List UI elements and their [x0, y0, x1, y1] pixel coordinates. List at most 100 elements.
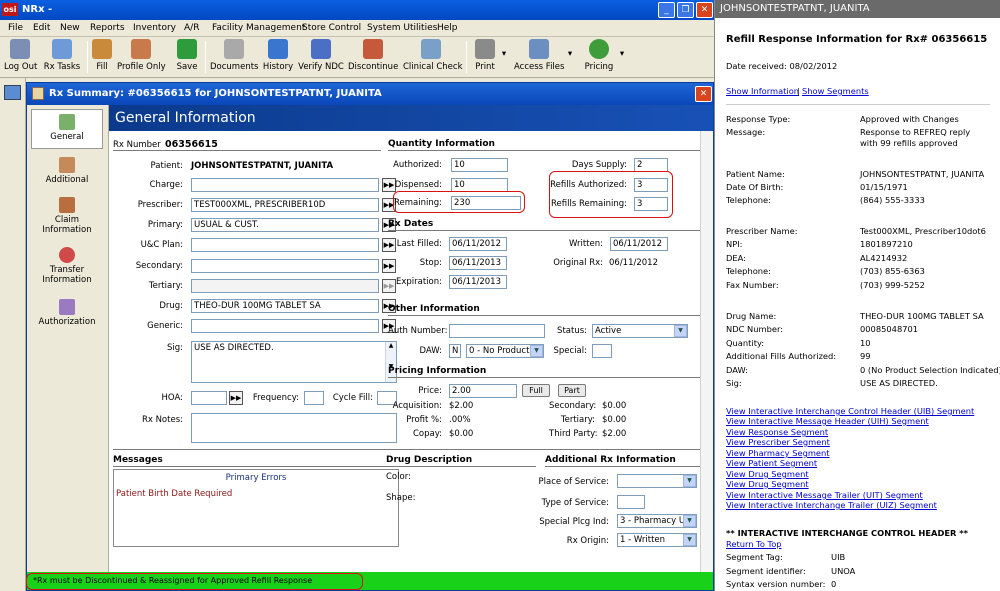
- third-party-label: Third Party:: [549, 429, 598, 439]
- view-uib-segment-link[interactable]: View Interactive Interchange Control Hea…: [726, 406, 974, 416]
- part-button[interactable]: Part: [558, 384, 586, 397]
- special-field[interactable]: [592, 344, 612, 358]
- view-uit-segment-link[interactable]: View Interactive Message Trailer (UIT) S…: [726, 490, 923, 500]
- daw-flag-field[interactable]: N: [449, 344, 461, 358]
- primary-field[interactable]: USUAL & CUST.: [191, 218, 379, 232]
- response-type-value: Approved with Changes: [860, 114, 959, 124]
- refill-response-title-bar: JOHNSONTESTPATNT, JUANITA: [715, 0, 1000, 18]
- tertiary-field[interactable]: [191, 279, 379, 293]
- view-drug-segment-link-2[interactable]: View Drug Segment: [726, 479, 809, 489]
- restore-icon[interactable]: ❐: [677, 2, 694, 18]
- sig-field[interactable]: USE AS DIRECTED.: [191, 341, 397, 383]
- verify-ndc-button[interactable]: Verify NDC: [298, 39, 344, 72]
- access-files-dropdown-icon[interactable]: ▾: [566, 49, 574, 59]
- pricing-button[interactable]: Pricing: [584, 39, 614, 72]
- chevron-down-icon[interactable]: ▼: [683, 515, 696, 527]
- save-button[interactable]: Save: [174, 39, 200, 72]
- menu-ar[interactable]: A/R: [184, 23, 199, 33]
- generic-field[interactable]: [191, 319, 379, 333]
- clinical-check-button[interactable]: Clinical Check: [403, 39, 463, 72]
- frequency-field[interactable]: [304, 391, 324, 405]
- content-scrollbar[interactable]: [700, 131, 713, 572]
- return-to-top-link[interactable]: Return To Top: [726, 539, 782, 549]
- refills-highlight: [549, 171, 673, 218]
- menu-store-control[interactable]: Store Control: [302, 23, 361, 33]
- auth-number-field[interactable]: [449, 324, 545, 338]
- daw-label: DAW:: [726, 365, 748, 375]
- print-dropdown-icon[interactable]: ▾: [500, 49, 508, 59]
- access-files-button[interactable]: Access Files: [514, 39, 564, 72]
- price-field[interactable]: 2.00: [449, 384, 517, 398]
- chevron-down-icon[interactable]: ▼: [674, 325, 687, 337]
- history-button[interactable]: History: [262, 39, 294, 72]
- log-out-button[interactable]: Log Out: [4, 39, 37, 72]
- close-icon[interactable]: ✕: [695, 86, 712, 102]
- rx-notes-field[interactable]: [191, 413, 397, 443]
- notepad-icon[interactable]: [4, 85, 21, 100]
- npi-label: NPI:: [726, 239, 743, 249]
- dispensed-label: Dispensed:: [394, 180, 442, 190]
- type-of-service-field[interactable]: [617, 495, 645, 509]
- additional-icon: [59, 157, 75, 173]
- chevron-down-icon[interactable]: ▼: [683, 534, 696, 546]
- menu-file[interactable]: File: [8, 23, 23, 33]
- charge-field[interactable]: [191, 178, 379, 192]
- written-field[interactable]: 06/11/2012: [610, 237, 668, 251]
- segment-identifier-label: Segment identifier:: [726, 566, 806, 576]
- menu-facility-management[interactable]: Facility Management: [212, 23, 305, 33]
- nav-general[interactable]: General: [31, 109, 103, 149]
- menu-reports[interactable]: Reports: [90, 23, 125, 33]
- menu-edit[interactable]: Edit: [33, 23, 50, 33]
- fax-label: Fax Number:: [726, 280, 779, 290]
- view-patient-segment-link[interactable]: View Patient Segment: [726, 458, 817, 468]
- hoa-lookup-button[interactable]: ▶▶: [229, 391, 243, 405]
- pricing-dropdown-icon[interactable]: ▾: [618, 49, 626, 59]
- print-button[interactable]: Print: [472, 39, 498, 72]
- documents-button[interactable]: Documents: [210, 39, 258, 72]
- clinical-check-icon: [421, 39, 441, 59]
- rx-tasks-button[interactable]: Rx Tasks: [42, 39, 82, 72]
- chevron-down-icon[interactable]: ▼: [683, 475, 696, 487]
- toolbar-separator: [205, 41, 206, 73]
- minimize-icon[interactable]: _: [658, 2, 675, 18]
- pricing-secondary-label: Secondary:: [549, 401, 597, 411]
- menu-new[interactable]: New: [60, 23, 80, 33]
- print-icon: [475, 39, 495, 59]
- hoa-field[interactable]: [191, 391, 227, 405]
- full-button[interactable]: Full: [522, 384, 550, 397]
- nav-additional[interactable]: Additional: [31, 157, 103, 185]
- nav-claim-information[interactable]: Claim Information: [31, 197, 103, 235]
- view-uiz-segment-link[interactable]: View Interactive Interchange Trailer (UI…: [726, 500, 937, 510]
- expiration-field[interactable]: 06/11/2013: [449, 275, 507, 289]
- view-response-segment-link[interactable]: View Response Segment: [726, 427, 828, 437]
- uc-plan-field[interactable]: [191, 238, 379, 252]
- show-information-link[interactable]: Show Information: [726, 86, 799, 96]
- drug-label: Drug:: [159, 301, 183, 311]
- view-prescriber-segment-link[interactable]: View Prescriber Segment: [726, 437, 830, 447]
- nav-authorization[interactable]: Authorization: [31, 299, 103, 327]
- chevron-down-icon[interactable]: ▼: [530, 345, 543, 357]
- divider: [388, 449, 710, 450]
- last-filled-field[interactable]: 06/11/2012: [449, 237, 507, 251]
- dispensed-field[interactable]: 10: [451, 178, 508, 192]
- view-uih-segment-link[interactable]: View Interactive Message Header (UIH) Se…: [726, 416, 929, 426]
- drug-field[interactable]: THEO-DUR 100MG TABLET SA: [191, 299, 379, 313]
- menu-system-utilities[interactable]: System Utilities: [367, 23, 437, 33]
- prescriber-field[interactable]: TEST000XML, PRESCRIBER10D: [191, 198, 379, 212]
- menu-help[interactable]: Help: [437, 23, 458, 33]
- nav-transfer-information[interactable]: Transfer Information: [31, 247, 103, 285]
- discontinue-button[interactable]: Discontinue: [348, 39, 398, 72]
- divider: [113, 150, 381, 151]
- stop-field[interactable]: 06/11/2013: [449, 256, 507, 270]
- view-pharmacy-segment-link[interactable]: View Pharmacy Segment: [726, 448, 830, 458]
- close-icon[interactable]: ✕: [696, 2, 713, 18]
- fill-button[interactable]: Fill: [92, 39, 112, 72]
- days-supply-field[interactable]: 2: [634, 158, 668, 172]
- secondary-field[interactable]: [191, 259, 379, 273]
- refill-response-heading: Refill Response Information for Rx# 0635…: [726, 34, 988, 45]
- authorized-field[interactable]: 10: [451, 158, 508, 172]
- show-segments-link[interactable]: Show Segments: [802, 86, 869, 96]
- profile-only-button[interactable]: Profile Only: [117, 39, 166, 72]
- view-drug-segment-link[interactable]: View Drug Segment: [726, 469, 809, 479]
- menu-inventory[interactable]: Inventory: [133, 23, 176, 33]
